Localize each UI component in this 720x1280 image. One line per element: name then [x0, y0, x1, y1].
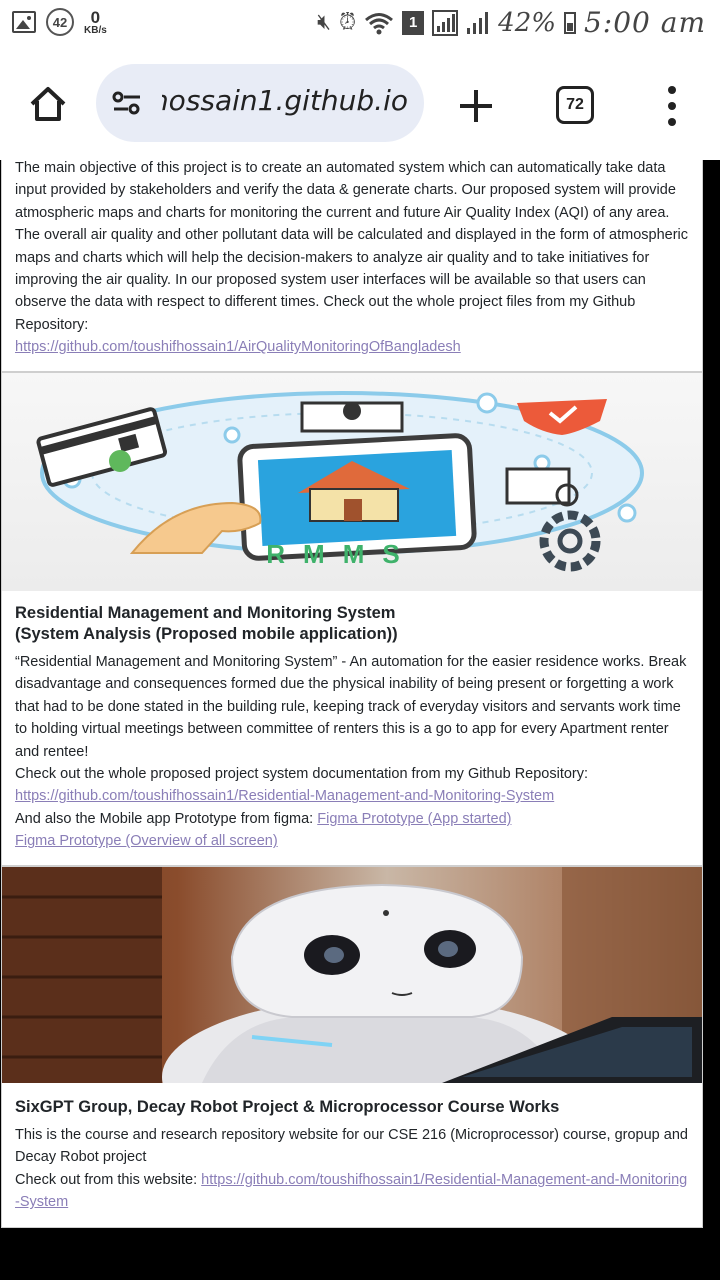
tab-switcher-button[interactable]: 72 [556, 86, 594, 124]
figma-prototype-link-overview[interactable]: Figma Prototype (Overview of all screen) [15, 830, 689, 852]
clock: 5:00 am [583, 6, 706, 39]
overflow-menu-icon[interactable] [664, 86, 680, 126]
mute-icon: 🔇︎ [317, 10, 331, 35]
url-text[interactable]: hossain1.github.io [151, 84, 408, 117]
github-repo-link[interactable]: https://github.com/toushifhossain1/Resid… [15, 785, 689, 807]
card-checkout-text: Check out from this website: [15, 1171, 202, 1188]
network-speed-value: 0 [90, 7, 101, 27]
signal-icon-2 [467, 11, 489, 34]
card-description: The main objective of this project is to… [15, 160, 689, 333]
home-icon[interactable] [28, 84, 68, 124]
card-title-line1: Residential Management and Monitoring Sy… [15, 604, 396, 622]
card-checkout-text: Check out the whole proposed project sys… [15, 766, 589, 783]
figma-intro-text: And also the Mobile app Prototype from f… [15, 810, 318, 827]
robot-photo [2, 867, 702, 1083]
tab-count: 72 [566, 96, 584, 113]
page-content: The main objective of this project is to… [0, 160, 720, 1228]
site-settings-icon[interactable] [112, 91, 142, 115]
card-description: This is the course and research reposito… [15, 1127, 688, 1166]
github-repo-link[interactable]: https://github.com/toushifhossain1/AirQu… [15, 336, 689, 358]
status-bar: 42 0 KB/s 🔇︎ ⏰︎ 1 42% 5:00 am [0, 0, 720, 46]
figma-prototype-link-app[interactable]: Figma Prototype (App started) [317, 811, 511, 827]
card-description: “Residential Management and Monitoring S… [15, 654, 687, 760]
browser-toolbar: hossain1.github.io 72 [0, 46, 720, 160]
wifi-icon [365, 12, 394, 34]
signal-icon-1 [432, 9, 459, 36]
card-title: Residential Management and Monitoring Sy… [2, 603, 702, 645]
address-bar[interactable]: hossain1.github.io [96, 64, 424, 142]
sim-badge: 1 [402, 10, 425, 35]
project-card-rmms: RMMS Residential Management and Monitori… [1, 372, 703, 866]
battery-percent: 42% [498, 7, 556, 38]
image-notification-icon [12, 11, 36, 33]
alarm-icon: ⏰︎ [339, 10, 357, 35]
card-checkout-line: Check out from this website: https://git… [15, 1169, 689, 1214]
network-speed: 0 KB/s [84, 9, 107, 36]
card-title: SixGPT Group, Decay Robot Project & Micr… [15, 1098, 560, 1116]
rmms-logo-text: RMMS [266, 539, 417, 569]
rmms-illustration: RMMS [2, 373, 702, 591]
url-fade [146, 64, 162, 142]
battery-icon [563, 11, 576, 34]
card-title-line2: (System Analysis (Proposed mobile applic… [15, 625, 398, 643]
new-tab-icon[interactable] [456, 86, 496, 126]
project-card-sixgpt: SixGPT Group, Decay Robot Project & Micr… [1, 866, 703, 1228]
figma-line: And also the Mobile app Prototype from f… [15, 808, 689, 830]
project-card-air-quality: The main objective of this project is to… [1, 160, 703, 372]
notification-count-badge: 42 [46, 8, 74, 36]
network-speed-unit: KB/s [84, 24, 107, 36]
